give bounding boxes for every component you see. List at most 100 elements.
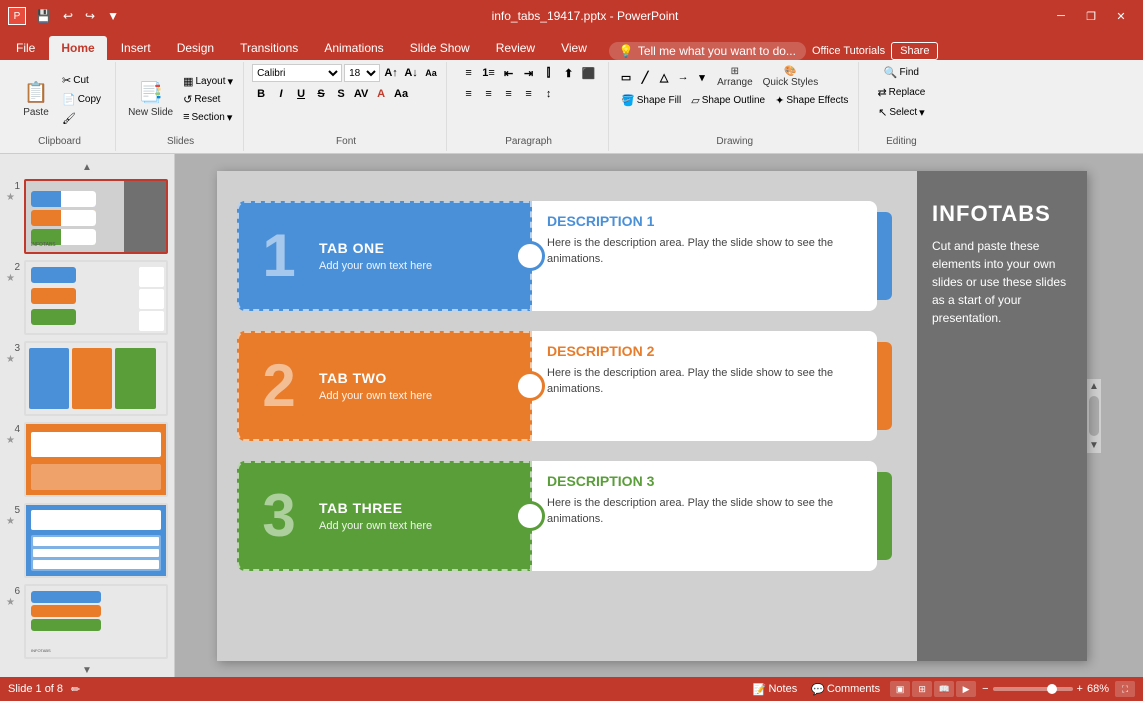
slide-canvas[interactable]: INFOTABS Cut and paste these elements in… bbox=[217, 171, 1087, 661]
slide-thumb-1[interactable]: 1 ★ INFOTABS bbox=[6, 179, 168, 254]
slides-content: 📑 New Slide ▦Layout▾ ↺Reset ≡Section▾ bbox=[124, 64, 237, 134]
scroll-up-button[interactable]: ▲ bbox=[1087, 379, 1101, 394]
slide-thumb-img-2[interactable] bbox=[24, 260, 168, 335]
quick-styles-button[interactable]: 🎨 Quick Styles bbox=[759, 64, 823, 90]
change-case-button[interactable]: Aa bbox=[392, 85, 410, 103]
tab-view[interactable]: View bbox=[549, 36, 599, 60]
shape-triangle[interactable]: △ bbox=[655, 68, 673, 86]
slide-thumb-5[interactable]: 5 ★ bbox=[6, 503, 168, 578]
find-icon: 🔍 bbox=[884, 66, 898, 79]
smart-art-button[interactable]: ⬛ bbox=[580, 64, 598, 82]
redo-icon[interactable]: ↪ bbox=[81, 7, 99, 25]
bold-button[interactable]: B bbox=[252, 85, 270, 103]
tab-animations[interactable]: Animations bbox=[312, 36, 395, 60]
bullets-button[interactable]: ≡ bbox=[460, 64, 478, 82]
section-button[interactable]: ≡Section▾ bbox=[179, 109, 237, 126]
replace-button[interactable]: ⇄Replace bbox=[873, 84, 929, 101]
shape-rect[interactable]: ▭ bbox=[617, 68, 635, 86]
tab-item-3[interactable]: 3 TAB THREE Add your own text here DESCR… bbox=[237, 461, 877, 571]
tab-home[interactable]: Home bbox=[49, 36, 106, 60]
copy-button[interactable]: 📄Copy bbox=[58, 91, 105, 108]
font-size-select[interactable]: 18 bbox=[344, 64, 380, 82]
font-family-select[interactable]: Calibri bbox=[252, 64, 342, 82]
select-button[interactable]: ↖Select▾ bbox=[874, 104, 929, 121]
tab-review[interactable]: Review bbox=[484, 36, 547, 60]
slide-thumb-img-6[interactable]: INFOTABS bbox=[24, 584, 168, 659]
font-color-button[interactable]: A bbox=[372, 85, 390, 103]
slide-sorter-button[interactable]: ⊞ bbox=[912, 681, 932, 697]
slide-thumb-2[interactable]: 2 ★ bbox=[6, 260, 168, 335]
slide-thumb-img-3[interactable] bbox=[24, 341, 168, 416]
numbering-button[interactable]: 1≡ bbox=[480, 64, 498, 82]
char-spacing-button[interactable]: AV bbox=[352, 85, 370, 103]
tab-slideshow[interactable]: Slide Show bbox=[398, 36, 482, 60]
tab-item-2[interactable]: 2 TAB TWO Add your own text here DESCRIP… bbox=[237, 331, 877, 441]
office-tutorials-link[interactable]: Office Tutorials bbox=[812, 45, 885, 57]
scroll-down-button[interactable]: ▼ bbox=[1087, 438, 1101, 453]
customize-icon[interactable]: ▼ bbox=[103, 7, 123, 25]
underline-button[interactable]: U bbox=[292, 85, 310, 103]
shape-more[interactable]: ▾ bbox=[693, 68, 711, 86]
zoom-out-button[interactable]: − bbox=[982, 683, 988, 695]
shape-effects-button[interactable]: ✦Shape Effects bbox=[771, 92, 852, 109]
italic-button[interactable]: I bbox=[272, 85, 290, 103]
cut-button[interactable]: ✂Cut bbox=[58, 72, 105, 89]
slideshow-button[interactable]: ▶ bbox=[956, 681, 976, 697]
scroll-down-arrow[interactable]: ▼ bbox=[6, 665, 168, 676]
justify-button[interactable]: ≡ bbox=[520, 85, 538, 103]
text-direction-button[interactable]: ⬆ bbox=[560, 64, 578, 82]
tab-file[interactable]: File bbox=[4, 36, 47, 60]
zoom-slider[interactable] bbox=[993, 687, 1073, 691]
align-left-button[interactable]: ≡ bbox=[460, 85, 478, 103]
scroll-up-arrow[interactable]: ▲ bbox=[6, 162, 168, 173]
text-shadow-button[interactable]: S bbox=[332, 85, 350, 103]
decrease-indent-button[interactable]: ⇤ bbox=[500, 64, 518, 82]
shape-outline-button[interactable]: ▱Shape Outline bbox=[687, 92, 769, 109]
reset-button[interactable]: ↺Reset bbox=[179, 91, 237, 108]
zoom-in-button[interactable]: + bbox=[1077, 683, 1083, 695]
zoom-thumb[interactable] bbox=[1047, 684, 1057, 694]
slide-thumb-4[interactable]: 4 ★ bbox=[6, 422, 168, 497]
decrease-font-button[interactable]: A↓ bbox=[402, 64, 420, 82]
undo-icon[interactable]: ↩ bbox=[59, 7, 77, 25]
save-icon[interactable]: 💾 bbox=[32, 7, 55, 25]
minimize-button[interactable]: ─ bbox=[1047, 6, 1075, 26]
increase-font-button[interactable]: A↑ bbox=[382, 64, 400, 82]
find-button[interactable]: 🔍Find bbox=[880, 64, 923, 81]
clear-format-button[interactable]: Aa bbox=[422, 64, 440, 82]
align-center-button[interactable]: ≡ bbox=[480, 85, 498, 103]
slide-thumb-6[interactable]: 6 ★ INFOTABS bbox=[6, 584, 168, 659]
normal-view-button[interactable]: ▣ bbox=[890, 681, 910, 697]
new-slide-button[interactable]: 📑 New Slide bbox=[124, 78, 177, 120]
slide-thumb-img-4[interactable] bbox=[24, 422, 168, 497]
tab-insert[interactable]: Insert bbox=[109, 36, 163, 60]
shape-fill-button[interactable]: 🪣Shape Fill bbox=[617, 92, 685, 109]
slide-thumb-img-5[interactable] bbox=[24, 503, 168, 578]
slide-thumb-3[interactable]: 3 ★ bbox=[6, 341, 168, 416]
restore-button[interactable]: ❐ bbox=[1077, 6, 1105, 26]
scroll-thumb[interactable] bbox=[1089, 396, 1099, 436]
notes-button[interactable]: 📝 Notes bbox=[749, 681, 801, 698]
align-right-button[interactable]: ≡ bbox=[500, 85, 518, 103]
close-button[interactable]: ✕ bbox=[1107, 6, 1135, 26]
tab-item-1[interactable]: 1 TAB ONE Add your own text here DESCRIP… bbox=[237, 201, 877, 311]
tab-transitions[interactable]: Transitions bbox=[228, 36, 310, 60]
slide-thumb-img-1[interactable]: INFOTABS bbox=[24, 179, 168, 254]
strikethrough-button[interactable]: S bbox=[312, 85, 330, 103]
shape-arrow[interactable]: → bbox=[674, 68, 692, 86]
reading-view-button[interactable]: 📖 bbox=[934, 681, 954, 697]
increase-indent-button[interactable]: ⇥ bbox=[520, 64, 538, 82]
arrange-button[interactable]: ⊞ Arrange bbox=[713, 64, 757, 90]
slides-label: Slides bbox=[167, 134, 194, 149]
share-button[interactable]: Share bbox=[891, 42, 938, 60]
format-painter-button[interactable]: 🖌 bbox=[58, 110, 105, 127]
tab-design[interactable]: Design bbox=[165, 36, 226, 60]
paste-button[interactable]: 📋 Paste bbox=[14, 78, 58, 120]
tell-me-bar[interactable]: 💡 Tell me what you want to do... bbox=[609, 42, 806, 60]
line-spacing-button[interactable]: ↕ bbox=[540, 85, 558, 103]
shape-line[interactable]: ╱ bbox=[636, 68, 654, 86]
comments-button[interactable]: 💬 Comments bbox=[807, 681, 884, 698]
layout-button[interactable]: ▦Layout▾ bbox=[179, 73, 237, 90]
fit-to-window-button[interactable]: ⛶ bbox=[1115, 681, 1135, 697]
columns-button[interactable]: ⫿ bbox=[540, 64, 558, 82]
